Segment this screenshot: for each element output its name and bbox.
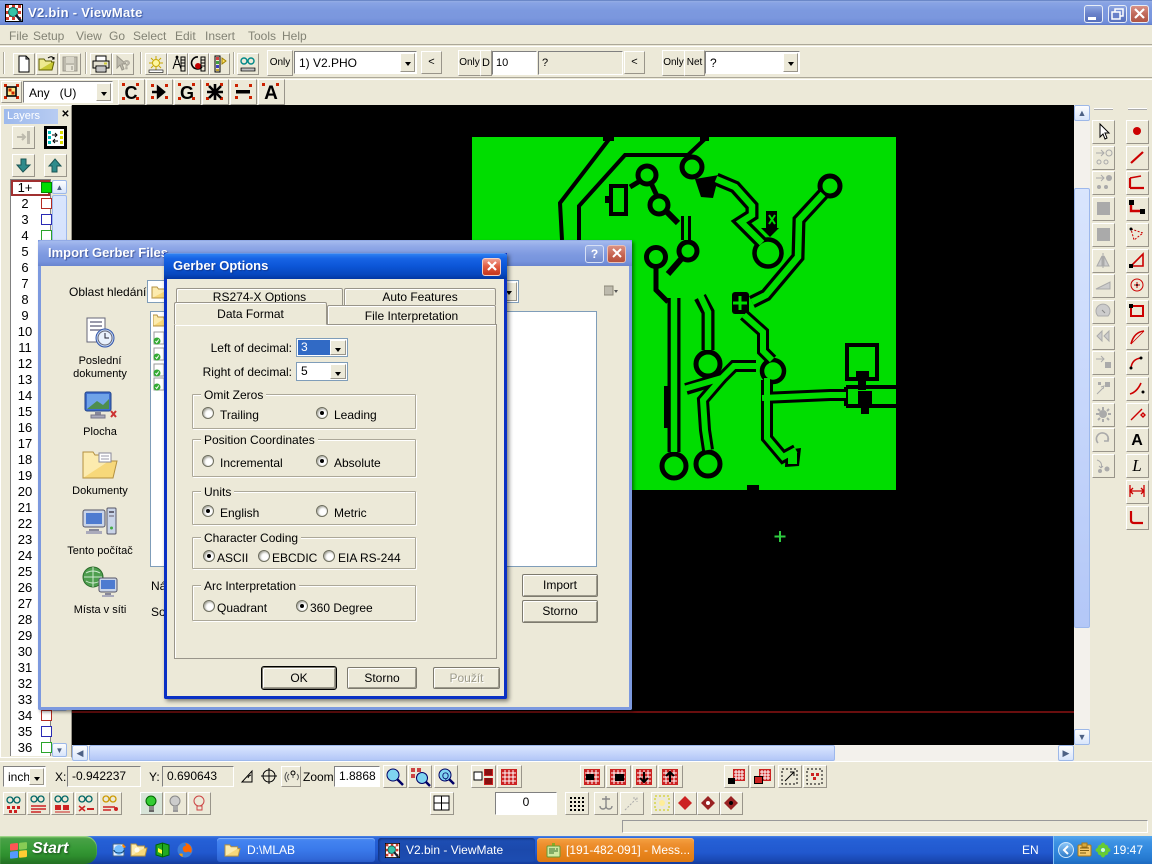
svg-text:Q: Q (442, 771, 449, 781)
svg-text:C: C (125, 83, 138, 103)
svg-text:G: G (180, 83, 194, 103)
svg-text:A: A (1131, 432, 1143, 449)
svg-text:L: L (1131, 456, 1141, 475)
svg-text:A: A (264, 83, 278, 104)
svg-text:?: ? (123, 58, 130, 72)
